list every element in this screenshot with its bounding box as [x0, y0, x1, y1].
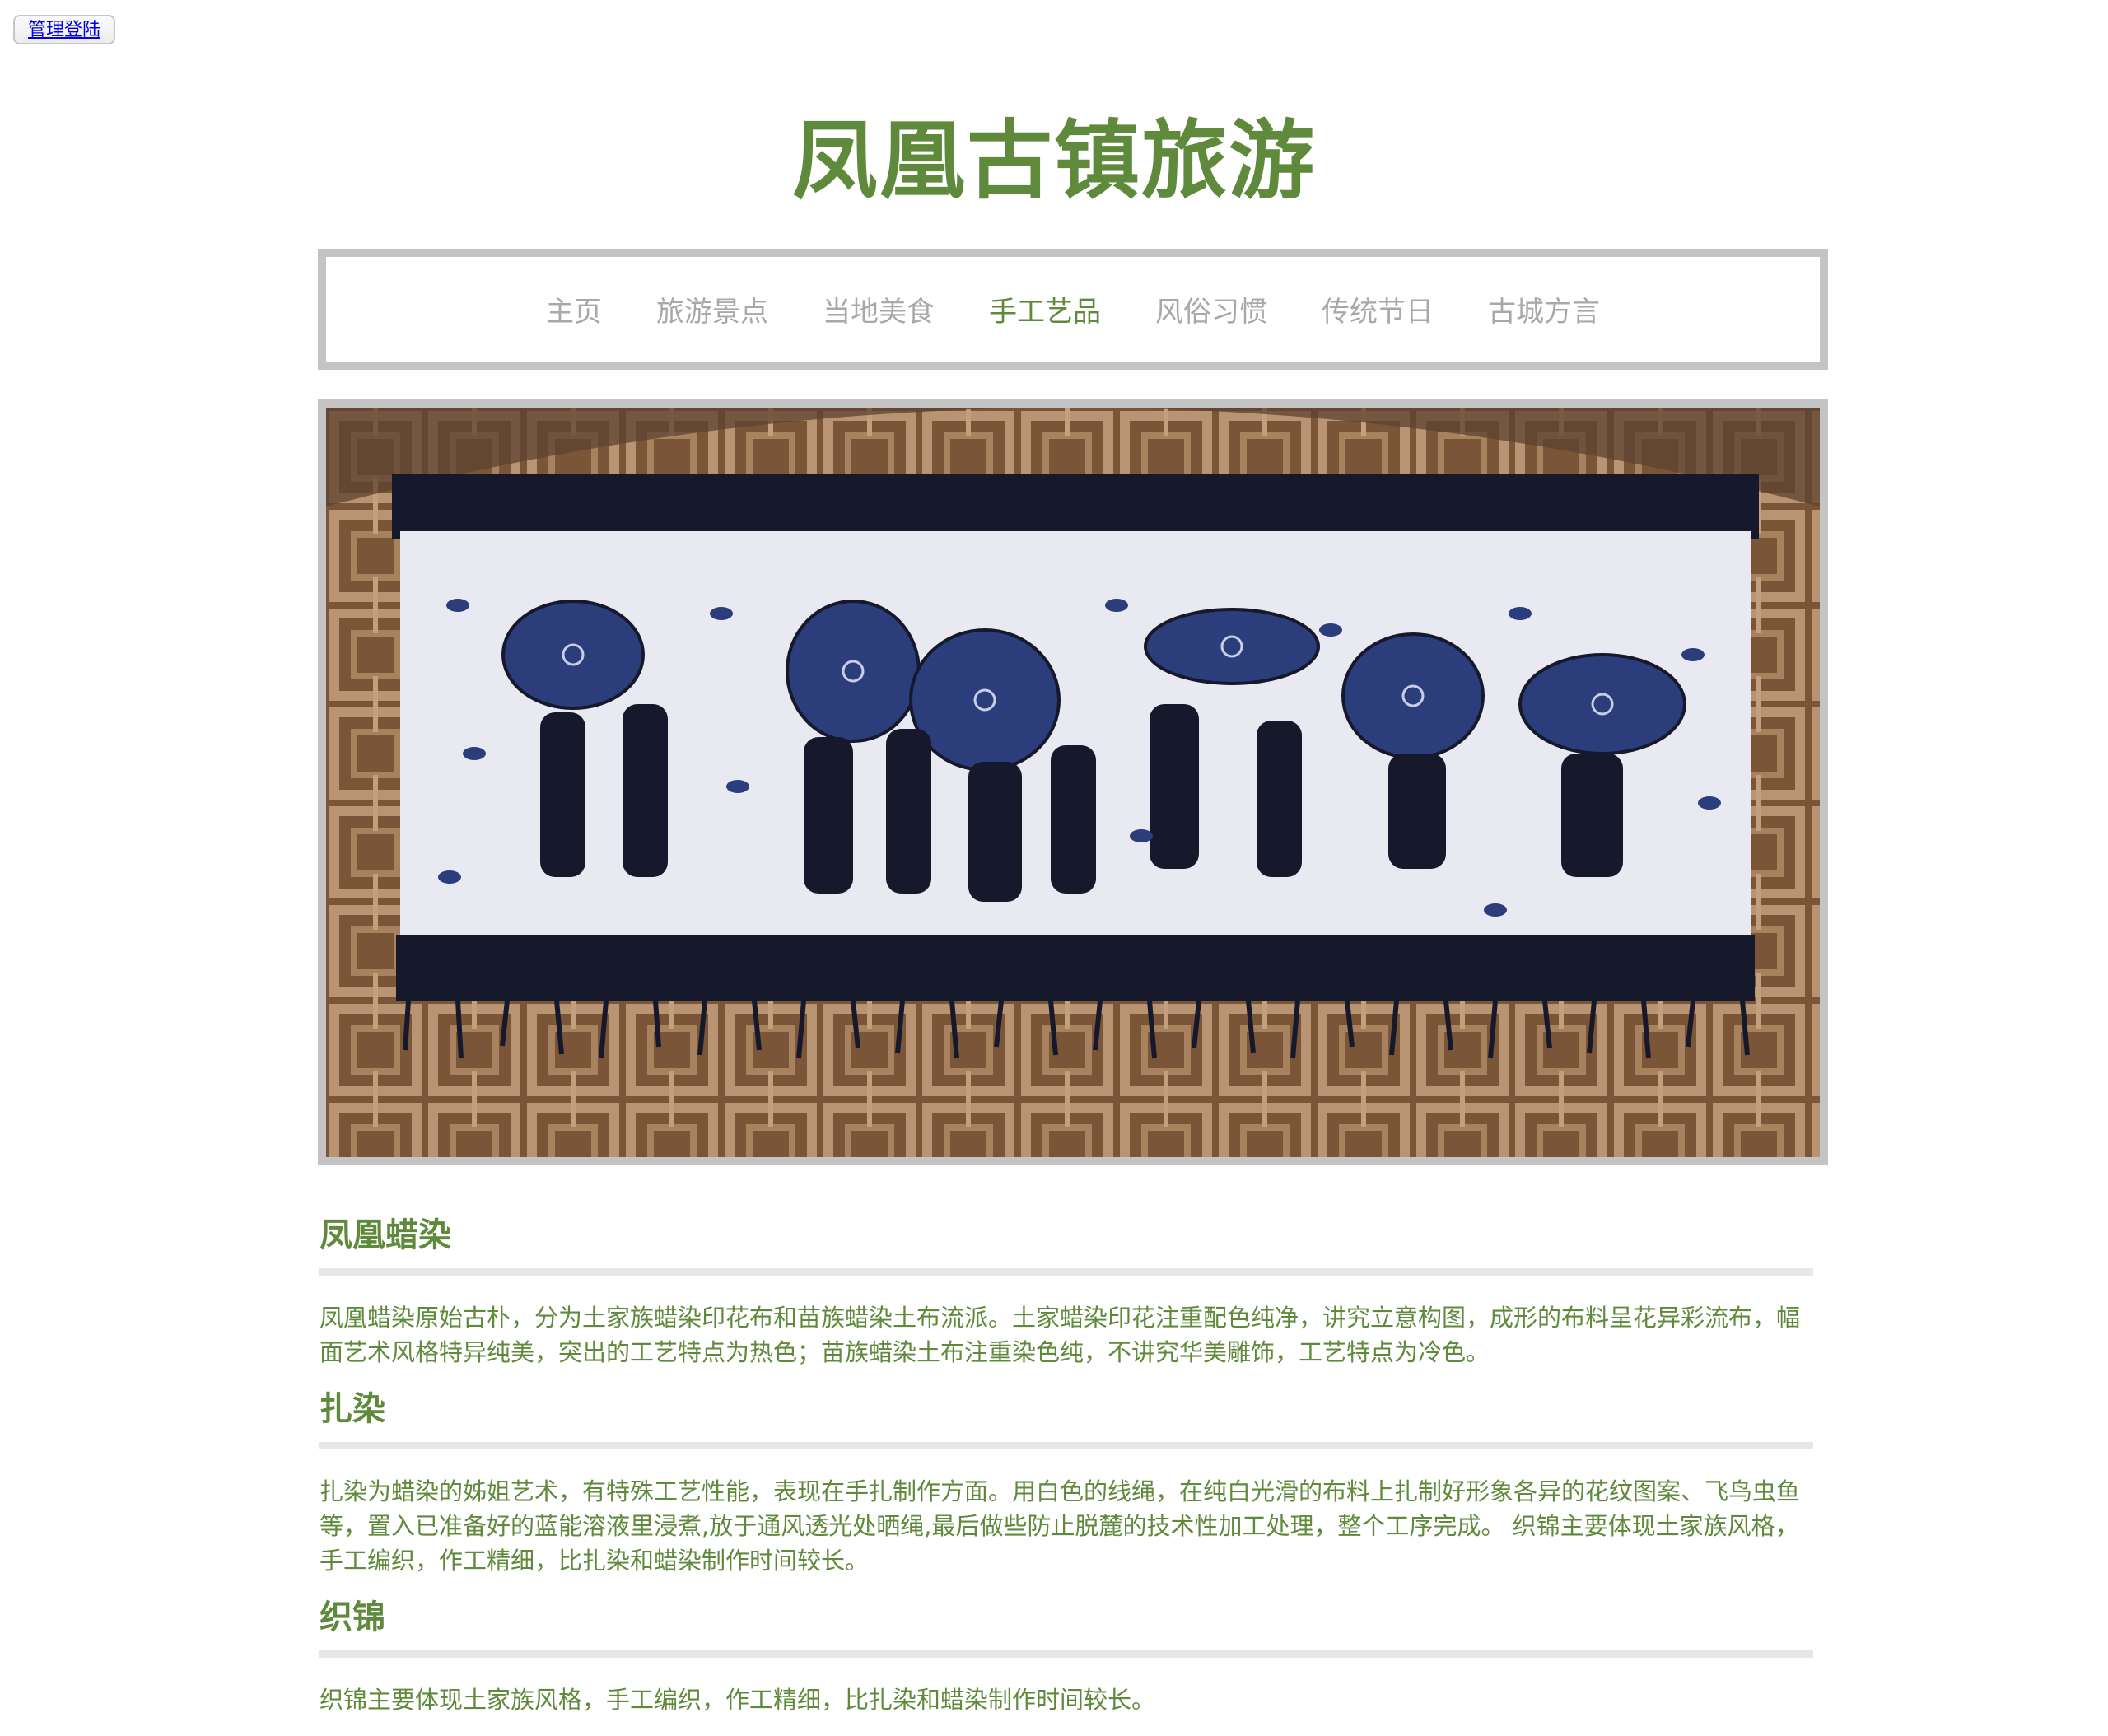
nav-item-dialect[interactable]: 古城方言 — [1488, 289, 1600, 329]
nav-item-food[interactable]: 当地美食 — [823, 289, 935, 329]
section-text-batik: 凤凰蜡染原始古朴，分为土家族蜡染印花布和苗族蜡染土布流派。土家蜡染印花注重配色纯… — [319, 1304, 1801, 1366]
site-title: 凤凰古镇旅游 — [791, 110, 1316, 211]
section-title-batik: 凤凰蜡染 — [319, 1211, 1813, 1276]
content: 凤凰蜡染 凤凰蜡染原始古朴，分为土家族蜡染印花布和苗族蜡染土布流派。土家蜡染印花… — [319, 1211, 1813, 1732]
section-title-tie-dye: 扎染 — [319, 1384, 1813, 1449]
main-nav: 主页 旅游景点 当地美食 手工艺品 风俗习惯 传统节日 古城方言 — [318, 249, 1828, 370]
nav-item-customs[interactable]: 风俗习惯 — [1155, 289, 1267, 329]
nav-item-attractions[interactable]: 旅游景点 — [656, 289, 768, 329]
hero-image — [318, 399, 1828, 1165]
nav-item-handicrafts[interactable]: 手工艺品 — [989, 289, 1101, 329]
section-text-tie-dye: 扎染为蜡染的姊姐艺术，有特殊工艺性能，表现在手扎制作方面。用白色的线绳，在纯白光… — [319, 1477, 1801, 1575]
section-text-brocade: 织锦主要体现土家族风格，手工编织，作工精细，比扎染和蜡染制作时间较长。 — [319, 1686, 1156, 1714]
nav-item-home[interactable]: 主页 — [546, 289, 602, 329]
section-title-brocade: 织锦 — [319, 1593, 1813, 1658]
nav-item-festivals[interactable]: 传统节日 — [1322, 289, 1434, 329]
admin-login-button[interactable]: 管理登陆 — [13, 15, 116, 44]
